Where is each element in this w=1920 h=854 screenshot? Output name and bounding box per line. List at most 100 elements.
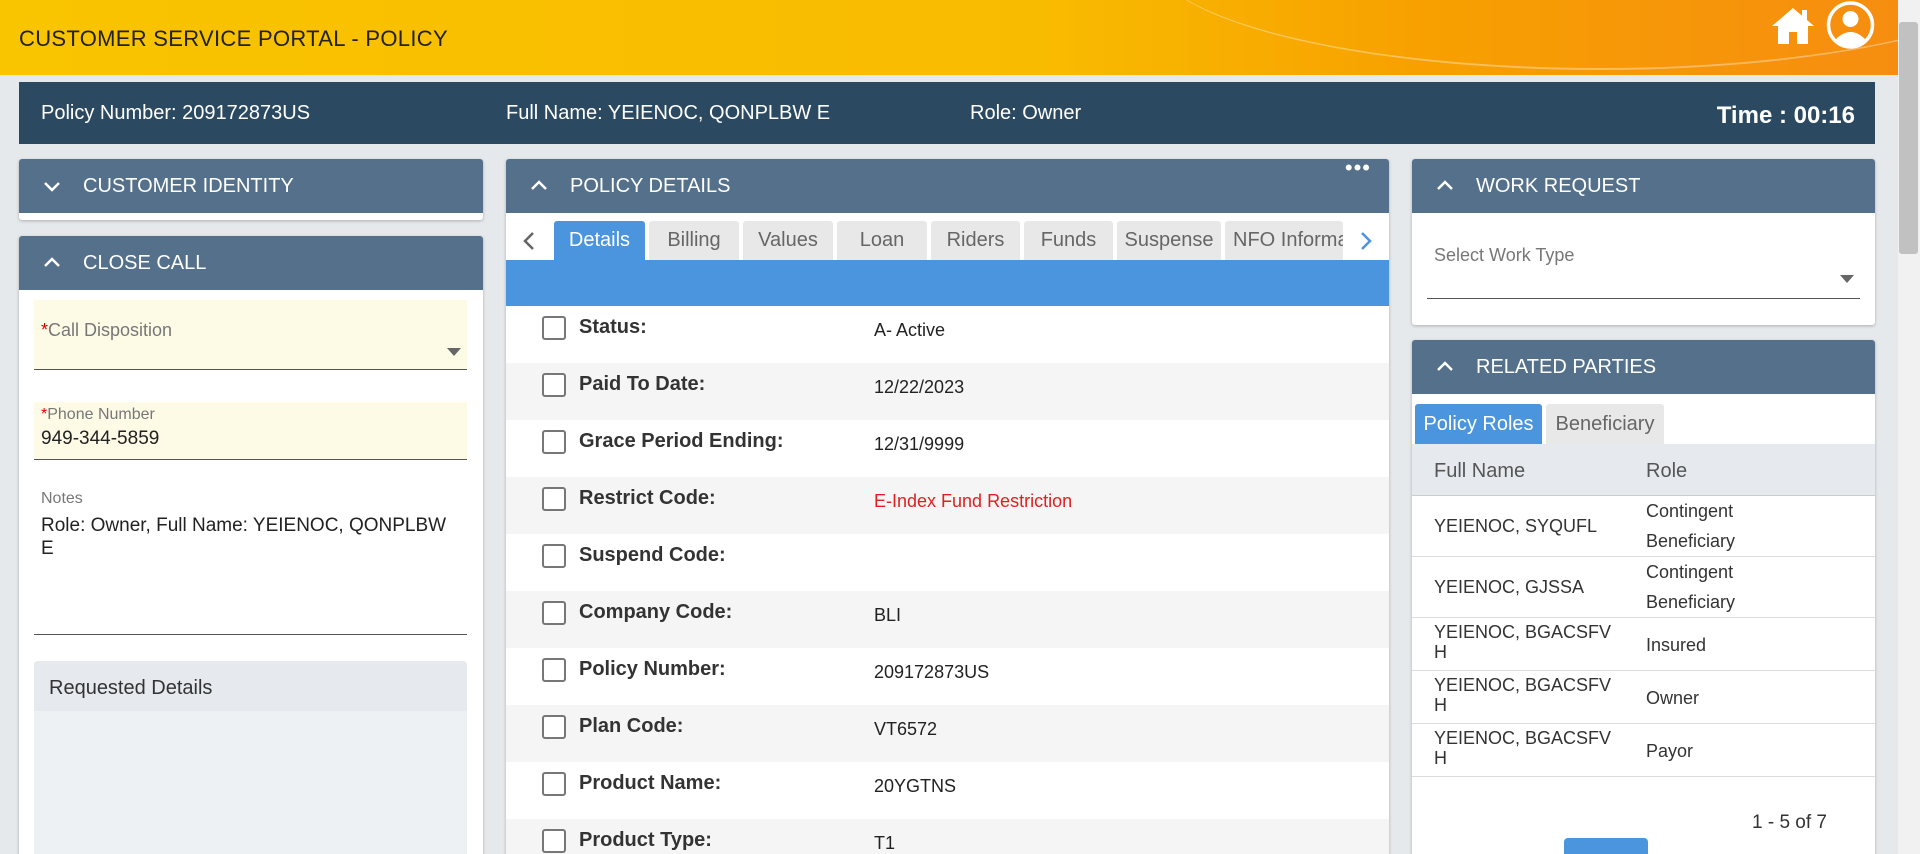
row-checkbox[interactable]: [542, 715, 566, 739]
policy-info-bar: Policy Number: 209172873US Full Name: YE…: [19, 82, 1875, 144]
tab-funds[interactable]: Funds: [1024, 221, 1113, 260]
detail-label: Paid To Date:: [579, 373, 706, 395]
work-request-header[interactable]: WORK REQUEST: [1412, 159, 1875, 213]
tab-billing[interactable]: Billing: [649, 221, 739, 260]
info-role: Role: Owner: [970, 102, 1082, 124]
table-row[interactable]: YEIENOC, BGACSFV H Payor: [1412, 724, 1875, 777]
row-checkbox[interactable]: [542, 658, 566, 682]
customer-identity-title: CUSTOMER IDENTITY: [83, 174, 294, 197]
app-header: CUSTOMER SERVICE PORTAL - POLICY: [0, 0, 1898, 75]
row-checkbox[interactable]: [542, 772, 566, 796]
customer-identity-header[interactable]: CUSTOMER IDENTITY: [19, 159, 483, 213]
policy-details-header[interactable]: POLICY DETAILS •••: [506, 159, 1389, 213]
notes-textarea[interactable]: Notes Role: Owner, Full Name: YEIENOC, Q…: [34, 484, 467, 635]
detail-value: VT6572: [874, 719, 938, 739]
policy-detail-row: Restrict Code: E-Index Fund Restriction: [506, 477, 1389, 534]
detail-label: Product Type:: [579, 829, 712, 851]
related-parties-header[interactable]: RELATED PARTIES: [1412, 340, 1875, 394]
detail-label: Product Name:: [579, 772, 722, 794]
detail-value: 12/31/9999: [874, 434, 965, 454]
requested-details-section: Requested Details: [34, 661, 467, 854]
notes-label: Notes: [41, 490, 83, 507]
phone-number-value[interactable]: 949-344-5859: [41, 428, 159, 450]
dropdown-arrow-icon[interactable]: [447, 348, 461, 356]
policy-detail-row: Plan Code: VT6572: [506, 705, 1389, 762]
policy-detail-row: Product Type: T1: [506, 819, 1389, 854]
tab-riders[interactable]: Riders: [931, 221, 1020, 260]
tab-suspense[interactable]: Suspense: [1117, 221, 1221, 260]
detail-value: 209172873US: [874, 662, 990, 682]
user-icon[interactable]: [1823, 0, 1878, 55]
policy-details-title: POLICY DETAILS: [570, 174, 731, 197]
detail-value: 20YGTNS: [874, 776, 957, 796]
row-checkbox[interactable]: [542, 373, 566, 397]
close-call-title: CLOSE CALL: [83, 251, 207, 274]
pagination-summary: 1 - 5 of 7: [1752, 812, 1827, 833]
tab-beneficiary[interactable]: Beneficiary: [1546, 404, 1664, 444]
policy-detail-row: Grace Period Ending: 12/31/9999: [506, 420, 1389, 477]
policy-details-panel: POLICY DETAILS ••• Details Billing Value…: [506, 159, 1389, 854]
notes-value[interactable]: Role: Owner, Full Name: YEIENOC, QONPLBW…: [41, 514, 461, 560]
table-row[interactable]: YEIENOC, BGACSFV H Insured: [1412, 618, 1875, 671]
column-full-name[interactable]: Full Name: [1434, 460, 1525, 483]
column-role[interactable]: Role: [1646, 460, 1687, 483]
home-icon[interactable]: [1770, 6, 1816, 46]
detail-value: BLI: [874, 605, 902, 625]
chevron-up-icon[interactable]: [1434, 175, 1456, 197]
chevron-up-icon[interactable]: [41, 252, 63, 274]
detail-label: Policy Number:: [579, 658, 726, 680]
chevron-up-icon[interactable]: [1434, 356, 1456, 378]
detail-value: A- Active: [874, 320, 946, 340]
row-checkbox[interactable]: [542, 601, 566, 625]
policy-detail-row: Policy Number: 209172873US: [506, 648, 1389, 705]
table-row[interactable]: YEIENOC, SYQUFL Contingent Beneficiary: [1412, 496, 1875, 557]
detail-value: E-Index Fund Restriction: [874, 491, 1073, 511]
related-parties-panel: RELATED PARTIES Policy Roles Beneficiary…: [1412, 340, 1875, 854]
row-checkbox[interactable]: [542, 316, 566, 340]
tab-nfo-information[interactable]: NFO Informa: [1225, 221, 1343, 260]
row-checkbox[interactable]: [542, 487, 566, 511]
work-type-label: Select Work Type: [1434, 245, 1575, 265]
detail-label: Plan Code:: [579, 715, 684, 737]
detail-label: Restrict Code:: [579, 487, 716, 509]
policy-detail-row: Paid To Date: 12/22/2023: [506, 363, 1389, 420]
tabs-scroll-right-icon[interactable]: [1359, 231, 1373, 251]
detail-label: Suspend Code:: [579, 544, 726, 566]
info-policy-number: Policy Number: 209172873US: [41, 102, 311, 124]
close-call-header[interactable]: CLOSE CALL: [19, 236, 483, 290]
chevron-down-icon[interactable]: [41, 175, 63, 197]
requested-details-title: Requested Details: [49, 677, 213, 699]
tabs-scroll-left-icon[interactable]: [522, 231, 536, 251]
row-checkbox[interactable]: [542, 829, 566, 853]
policy-detail-row: Suspend Code:: [506, 534, 1389, 591]
related-parties-table-header: Full Name Role: [1412, 444, 1875, 496]
tab-content-bar: [506, 260, 1389, 306]
pagination-next-button[interactable]: [1564, 838, 1648, 854]
work-request-panel: WORK REQUEST Select Work Type: [1412, 159, 1875, 325]
table-row[interactable]: YEIENOC, BGACSFV H Owner: [1412, 671, 1875, 724]
call-disposition-label: *Call Disposition: [41, 320, 173, 340]
work-type-select[interactable]: Select Work Type: [1427, 223, 1860, 299]
policy-details-tabs: Details Billing Values Loan Riders Funds…: [506, 213, 1389, 260]
tab-loan[interactable]: Loan: [837, 221, 927, 260]
call-timer: Time : 00:16: [1716, 102, 1855, 129]
more-options-icon[interactable]: •••: [1345, 159, 1371, 181]
row-checkbox[interactable]: [542, 430, 566, 454]
phone-number-label: *Phone Number: [41, 406, 155, 423]
dropdown-arrow-icon[interactable]: [1840, 275, 1854, 283]
tab-policy-roles[interactable]: Policy Roles: [1415, 404, 1542, 444]
customer-identity-panel: CUSTOMER IDENTITY: [19, 159, 483, 220]
call-disposition-select[interactable]: *Call Disposition: [34, 300, 467, 370]
tab-values[interactable]: Values: [743, 221, 833, 260]
row-checkbox[interactable]: [542, 544, 566, 568]
detail-label: Status:: [579, 316, 647, 338]
phone-number-field[interactable]: *Phone Number 949-344-5859: [34, 402, 467, 460]
detail-value: 12/22/2023: [874, 377, 965, 397]
tab-details[interactable]: Details: [554, 221, 645, 260]
scrollbar-thumb[interactable]: [1899, 22, 1918, 254]
policy-detail-row: Product Name: 20YGTNS: [506, 762, 1389, 819]
chevron-up-icon[interactable]: [528, 175, 550, 197]
detail-label: Company Code:: [579, 601, 733, 623]
table-row[interactable]: YEIENOC, GJSSA Contingent Beneficiary: [1412, 557, 1875, 618]
app-title: CUSTOMER SERVICE PORTAL - POLICY: [19, 26, 448, 51]
